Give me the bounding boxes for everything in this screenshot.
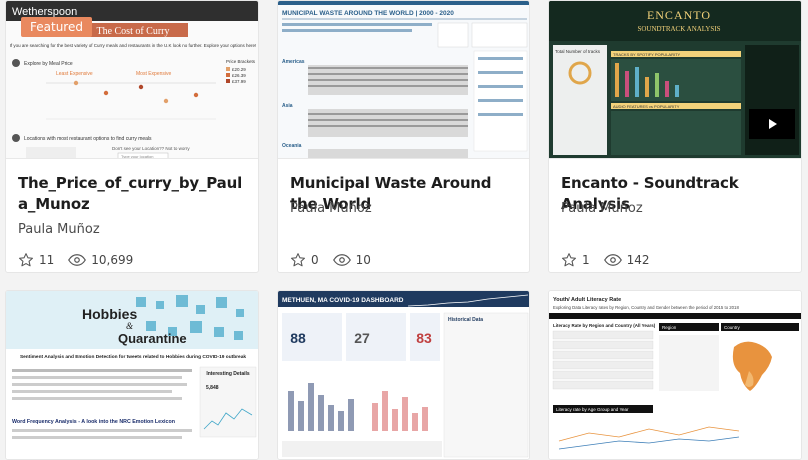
thumb-search-placeholder: Type your location <box>121 154 153 159</box>
viz-author[interactable]: Paula Muñoz <box>290 201 372 216</box>
thumb-heading1: Hobbies <box>82 306 137 322</box>
view-stat: 10,699 <box>68 253 133 267</box>
eye-icon <box>332 254 351 266</box>
view-count: 10 <box>355 253 371 267</box>
viz-stats: 1 142 <box>561 252 664 268</box>
viz-thumbnail[interactable]: ENCANTO SOUNDTRACK ANALYSIS Total Number… <box>549 1 801 159</box>
view-stat: 142 <box>603 253 650 267</box>
thumb-subheading: Sentiment Analysis and Emotion Detection… <box>20 354 246 360</box>
viz-gallery-grid: Wetherspoon The Cost of Curry If you are… <box>0 0 808 460</box>
thumb-heading: MUNICIPAL WASTE AROUND THE WORLD | 2000 … <box>282 10 454 17</box>
region-label: Oceania <box>282 143 302 149</box>
thumb-subheading: If you are searching for the best variet… <box>10 43 257 48</box>
thumb-most: Most Expensive <box>136 71 172 77</box>
thumb-tab: Historical Data <box>448 317 483 323</box>
thumb-panel3: Country <box>724 325 741 330</box>
star-icon <box>18 253 33 267</box>
thumb-price-legend-title: Price Brackets <box>226 59 256 64</box>
thumb-hint: Don't see your Location?? Not to worry <box>112 146 190 151</box>
thumb-panel1: Total Number of tracks <box>555 49 601 54</box>
viz-card[interactable]: ENCANTO SOUNDTRACK ANALYSIS Total Number… <box>548 0 802 273</box>
thumb-section: Word Frequency Analysis - A look into th… <box>12 419 175 425</box>
viz-title[interactable]: The_Price_of_curry_by_Paula_Munoz <box>18 173 250 215</box>
thumb-details-title: Interesting Details <box>206 371 250 377</box>
star-icon <box>562 253 576 267</box>
viz-card[interactable]: METHUEN, MA COVID-19 DASHBOARD 88 27 83 … <box>277 290 530 460</box>
kpi-value: 88 <box>290 330 306 346</box>
favorite-count: 0 <box>311 253 319 267</box>
favorite-stat[interactable]: 1 <box>561 252 590 268</box>
thumb-panel2: Region <box>662 325 677 330</box>
thumb-least: Least Expensive <box>56 71 93 77</box>
thumb-heading: The Cost of Curry <box>96 26 169 37</box>
viz-thumbnail[interactable]: Hobbies & Quarantine Sentiment Analysis … <box>6 291 258 459</box>
thumb-heading: METHUEN, MA COVID-19 DASHBOARD <box>282 297 404 304</box>
view-stat: 10 <box>332 253 371 267</box>
kpi-value: 27 <box>354 330 370 346</box>
thumb-heading3: Quarantine <box>118 331 187 346</box>
region-label: Asia <box>282 103 293 109</box>
view-count: 142 <box>626 253 650 267</box>
viz-card[interactable]: Youth/ Adult Literacy Rate Exploring Dat… <box>548 290 802 460</box>
viz-thumbnail[interactable]: MUNICIPAL WASTE AROUND THE WORLD | 2000 … <box>278 1 529 159</box>
featured-badge: Featured <box>21 17 92 37</box>
viz-card[interactable]: Wetherspoon The Cost of Curry If you are… <box>5 0 259 273</box>
favorite-count: 1 <box>582 253 590 267</box>
region-label: Americas <box>282 59 305 65</box>
favorite-count: 11 <box>39 253 55 267</box>
thumb-step2: Locations with most restaurant options t… <box>24 136 152 142</box>
thumb-heading: Youth/ Adult Literacy Rate <box>553 297 621 303</box>
favorite-stat[interactable]: 0 <box>290 252 319 268</box>
viz-author[interactable]: Paula Muñoz <box>561 201 643 216</box>
thumb-panel1: Literacy Rate by Region and Country (All… <box>553 323 656 328</box>
viz-stats: 11 10,699 <box>18 252 147 268</box>
thumb-details-stat: 5,848 <box>206 385 219 391</box>
thumb-price-legend-item: £20.29 <box>232 67 246 72</box>
view-count: 10,699 <box>91 253 134 267</box>
thumb-panel2: TRACKS BY SPOTIFY POPULARITY <box>613 52 681 57</box>
eye-icon <box>603 254 622 266</box>
thumb-step1: Explore by Meal Price <box>24 61 73 67</box>
thumb-subheading: SOUNDTRACK ANALYSIS <box>637 25 720 33</box>
kpi-value: 83 <box>416 330 432 346</box>
thumb-subheading: Exploring Data Literacy rates by Region,… <box>553 305 739 310</box>
thumb-price-legend-item: £37.99 <box>232 79 246 84</box>
favorite-stat[interactable]: 11 <box>18 252 54 268</box>
eye-icon <box>68 254 87 266</box>
viz-thumbnail[interactable]: Youth/ Adult Literacy Rate Exploring Dat… <box>549 291 801 459</box>
viz-thumbnail[interactable]: METHUEN, MA COVID-19 DASHBOARD 88 27 83 … <box>278 291 529 459</box>
thumb-heading: ENCANTO <box>647 8 711 22</box>
viz-card[interactable]: Hobbies & Quarantine Sentiment Analysis … <box>5 290 259 460</box>
thumb-price-legend-item: £26.39 <box>232 73 246 78</box>
thumb-heading2: & <box>126 321 133 331</box>
thumb-panel3: AUDIO FEATURES vs POPULARITY <box>613 104 680 109</box>
viz-author[interactable]: Paula Muñoz <box>18 222 100 237</box>
star-icon <box>291 253 305 267</box>
viz-stats: 0 10 <box>290 252 385 268</box>
thumb-panel4: Literacy rate by Age Group and Year <box>556 407 629 412</box>
viz-card[interactable]: MUNICIPAL WASTE AROUND THE WORLD | 2000 … <box>277 0 530 273</box>
